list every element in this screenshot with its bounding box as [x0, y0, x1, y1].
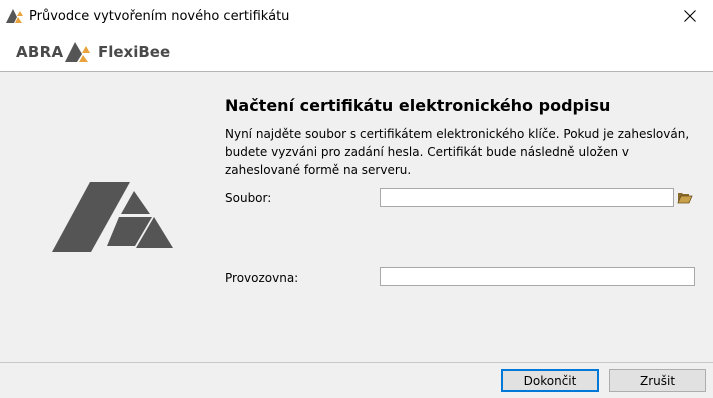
- browse-file-button[interactable]: [675, 188, 695, 207]
- folder-open-icon: [677, 193, 693, 204]
- file-label: Soubor:: [225, 191, 272, 205]
- page-heading: Načtení certifikátu elektronického podpi…: [225, 96, 611, 115]
- footer-divider: [0, 362, 713, 363]
- brand-logo-icon: [65, 42, 90, 62]
- app-icon: [6, 9, 23, 23]
- window-title: Průvodce vytvořením nového certifikátu: [29, 9, 290, 24]
- cancel-button[interactable]: Zrušit: [609, 369, 706, 392]
- brand-flexibee-text: FlexiBee: [98, 43, 171, 61]
- abra-logo-icon: [52, 182, 173, 252]
- file-input[interactable]: [380, 188, 674, 207]
- brand-header: ABRA FlexiBee: [0, 34, 713, 72]
- close-button[interactable]: [667, 0, 713, 32]
- finish-button[interactable]: Dokončit: [501, 369, 599, 392]
- branch-label: Provozovna:: [225, 271, 299, 285]
- title-bar: Průvodce vytvořením nového certifikátu: [0, 0, 713, 34]
- close-icon: [684, 10, 696, 22]
- brand-abra-text: ABRA: [16, 43, 64, 61]
- branch-input[interactable]: [380, 267, 695, 286]
- page-description: Nyní najděte soubor s certifikátem elekt…: [225, 127, 690, 177]
